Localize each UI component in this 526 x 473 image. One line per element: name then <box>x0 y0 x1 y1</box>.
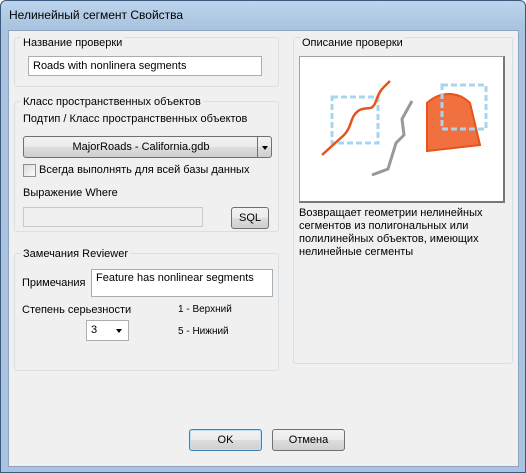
cancel-button[interactable]: Отмена <box>272 429 345 451</box>
notes-input[interactable]: Feature has nonlinear segments <box>91 269 273 297</box>
ok-button[interactable]: OK <box>189 429 262 451</box>
severity-label: Степень серьезности <box>22 304 132 316</box>
check-preview-image <box>299 56 505 203</box>
reviewer-remarks-group-title: Замечания Reviewer <box>21 248 131 260</box>
feature-class-group: Класс пространственных объектов Подтип /… <box>14 96 279 232</box>
title-bar[interactable]: Нелинейный сегмент Свойства <box>1 1 525 31</box>
reviewer-remarks-group: Замечания Reviewer Примечания Feature ha… <box>14 248 279 371</box>
window-title: Нелинейный сегмент Свойства <box>9 8 184 22</box>
feature-class-group-title: Класс пространственных объектов <box>21 96 203 108</box>
severity-value: 3 <box>91 324 98 336</box>
run-all-label: Всегда выполнять для всей базы данных <box>39 164 250 176</box>
where-input[interactable] <box>23 207 203 227</box>
where-label: Выражение Where <box>23 187 118 199</box>
severity-high-note: 1 - Верхний <box>178 304 232 315</box>
subtype-label: Подтип / Класс пространственных объектов <box>23 113 248 125</box>
check-description-group-title: Описание проверки <box>300 37 405 49</box>
check-name-group: Название проверки Roads with nonlinera s… <box>14 37 279 87</box>
feature-class-dropdown[interactable]: MajorRoads - California.gdb <box>23 136 272 158</box>
chevron-down-icon[interactable] <box>257 137 271 157</box>
check-description-group: Описание проверки Возвращает геометрии н… <box>293 37 513 364</box>
nonlinear-polygon <box>426 93 482 153</box>
notes-label: Примечания <box>22 277 86 289</box>
check-name-group-title: Название проверки <box>21 37 125 49</box>
selection-box-left <box>330 95 380 145</box>
run-all-checkbox[interactable] <box>23 164 36 177</box>
severity-select[interactable]: 3 <box>86 320 129 341</box>
nonlinear-segments-illustration <box>321 80 488 177</box>
check-name-input[interactable]: Roads with nonlinera segments <box>28 56 262 76</box>
chevron-down-icon[interactable] <box>113 323 126 339</box>
sql-button[interactable]: SQL <box>231 207 269 229</box>
properties-window: Нелинейный сегмент Свойства Название про… <box>0 0 526 473</box>
check-description-text: Возвращает геометрии нелинейных сегменто… <box>299 207 483 258</box>
feature-class-value: MajorRoads - California.gdb <box>72 141 210 153</box>
dialog-body: Название проверки Roads with nonlinera s… <box>8 30 519 467</box>
severity-low-note: 5 - Нижний <box>178 326 229 337</box>
